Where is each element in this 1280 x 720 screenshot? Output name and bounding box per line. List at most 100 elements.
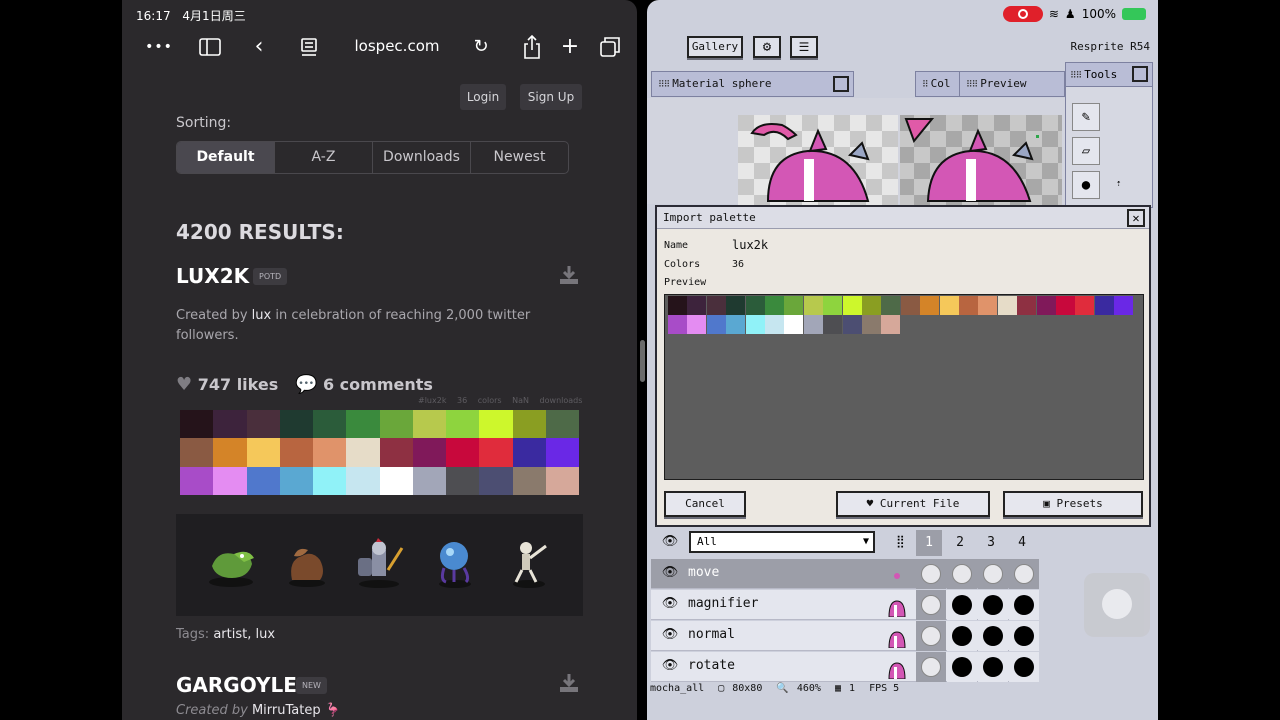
frame-3[interactable]: 3 <box>978 530 1004 556</box>
back-icon[interactable]: ‹ <box>247 35 271 59</box>
palette-swatch-grid[interactable] <box>180 410 579 495</box>
palette-swatch[interactable] <box>412 466 446 495</box>
eye-icon[interactable]: 👁 <box>659 596 681 611</box>
adjust-sliders-icon[interactable]: ☰ <box>790 36 818 58</box>
gallery-button[interactable]: Gallery <box>687 36 743 58</box>
frame-cell[interactable] <box>1009 621 1039 651</box>
tags-list[interactable]: artist, lux <box>213 627 275 642</box>
download-icon[interactable] <box>558 672 580 694</box>
presets-button[interactable]: ▣ Presets <box>1003 491 1143 517</box>
palette-swatch[interactable] <box>246 438 280 467</box>
eraser-tool-icon[interactable]: ▱ <box>1072 137 1100 165</box>
frame-4[interactable]: 4 <box>1009 530 1035 556</box>
layer-row[interactable]: 👁 magnifier <box>651 590 1039 620</box>
palette-swatch[interactable] <box>512 466 546 495</box>
palette-swatch[interactable] <box>479 410 513 439</box>
colors-panel-header[interactable]: ⠿ Col <box>915 71 961 97</box>
eye-icon[interactable]: 👁 <box>659 627 681 642</box>
layer-filter-select[interactable]: All ▼ <box>689 531 875 553</box>
download-icon[interactable] <box>558 264 580 286</box>
cancel-button[interactable]: Cancel <box>664 491 746 517</box>
palette-swatch[interactable] <box>180 466 214 495</box>
material-sphere-panel-header[interactable]: ⠿⠿ Material sphere <box>651 71 854 97</box>
palette-swatch[interactable] <box>279 410 313 439</box>
panel-maximize-icon[interactable] <box>833 76 849 92</box>
palette-swatch[interactable] <box>180 410 214 439</box>
palette-swatch[interactable] <box>279 466 313 495</box>
frame-cell[interactable] <box>1009 590 1039 620</box>
more-icon[interactable]: ••• <box>144 35 174 59</box>
frame-1[interactable]: 1 <box>916 530 942 556</box>
palette-swatch[interactable] <box>346 466 380 495</box>
signup-button[interactable]: Sign Up <box>520 84 582 110</box>
frame-cell[interactable] <box>947 621 977 651</box>
eye-icon[interactable]: 👁 <box>659 658 681 673</box>
sort-downloads[interactable]: Downloads <box>373 142 471 173</box>
frame-cell[interactable] <box>978 559 1008 589</box>
layer-name[interactable]: move <box>688 565 719 580</box>
frame-cell[interactable] <box>978 590 1008 620</box>
panel-maximize-icon[interactable] <box>1132 66 1148 82</box>
author-link[interactable]: lux <box>252 308 272 323</box>
palette-swatch[interactable] <box>379 410 413 439</box>
assistive-touch-button[interactable] <box>1084 573 1150 637</box>
frame-cell[interactable] <box>916 590 946 620</box>
layer-name[interactable]: rotate <box>688 658 735 673</box>
layer-row[interactable]: 👁 move <box>651 559 1039 589</box>
palette-swatch[interactable] <box>446 438 480 467</box>
canvas-area[interactable] <box>647 98 1065 205</box>
palette-swatch[interactable] <box>545 438 579 467</box>
palette-swatch[interactable] <box>279 438 313 467</box>
current-file-button[interactable]: ♥ Current File <box>836 491 990 517</box>
sort-a-z[interactable]: A-Z <box>275 142 373 173</box>
layer-row[interactable]: 👁 normal <box>651 621 1039 651</box>
palette-swatch[interactable] <box>479 466 513 495</box>
palette-swatch[interactable] <box>379 438 413 467</box>
palette-swatch[interactable] <box>313 438 347 467</box>
palette-title-lux2k[interactable]: LUX2K <box>176 264 249 288</box>
frame-cell[interactable] <box>947 559 977 589</box>
share-icon[interactable] <box>520 34 544 60</box>
fill-ball-tool-icon[interactable]: ● <box>1072 171 1100 199</box>
layer-name[interactable]: normal <box>688 627 735 642</box>
comments-count[interactable]: 6 comments <box>323 375 433 394</box>
palette-swatch[interactable] <box>346 410 380 439</box>
palette-swatch[interactable] <box>412 410 446 439</box>
eye-icon[interactable]: 👁 <box>659 565 681 580</box>
palette-swatch[interactable] <box>213 438 247 467</box>
login-button[interactable]: Login <box>460 84 506 110</box>
palette-swatch[interactable] <box>412 438 446 467</box>
eye-icon[interactable]: 👁 <box>659 534 681 549</box>
preview-panel-header[interactable]: ⠿⠿ Preview <box>959 71 1065 97</box>
palette-swatch[interactable] <box>246 410 280 439</box>
sort-newest[interactable]: Newest <box>471 142 568 173</box>
new-tab-icon[interactable]: + <box>558 35 582 59</box>
grip-icon[interactable]: ⠿⠿ <box>966 73 978 97</box>
grip-icon[interactable]: ⠿ <box>922 73 929 97</box>
reader-icon[interactable] <box>298 36 320 58</box>
palette-swatch[interactable] <box>379 466 413 495</box>
pencil-tool-icon[interactable]: ✎ <box>1072 103 1100 131</box>
frame-cell[interactable] <box>1009 559 1039 589</box>
author-link[interactable]: MirruTatep <box>252 703 321 718</box>
comment-icon[interactable]: 💬 <box>295 374 317 395</box>
sort-default[interactable]: Default <box>177 142 275 173</box>
grip-icon[interactable]: ⠿⠿ <box>1070 64 1082 88</box>
frame-cell[interactable] <box>916 559 946 589</box>
palette-swatch[interactable] <box>446 466 480 495</box>
palette-swatch[interactable] <box>213 410 247 439</box>
address-bar[interactable]: lospec.com <box>337 37 457 55</box>
tools-panel-header[interactable]: ⠿⠿ Tools <box>1066 63 1152 87</box>
settings-gear-icon[interactable]: ⚙ <box>753 36 781 58</box>
tabs-icon[interactable] <box>598 35 622 59</box>
sprite-canvas[interactable] <box>738 115 1062 205</box>
heart-icon[interactable]: ♥ <box>176 374 192 395</box>
palette-swatch[interactable] <box>479 438 513 467</box>
split-view-handle[interactable] <box>640 340 645 382</box>
palette-title-gargoyle[interactable]: GARGOYLE <box>176 673 297 697</box>
brush-size-icon[interactable]: ⇡ <box>1116 179 1121 189</box>
frame-cell[interactable] <box>947 590 977 620</box>
grip-icon[interactable]: ⠿⠿ <box>658 73 670 97</box>
palette-swatch[interactable] <box>545 466 579 495</box>
palette-swatch[interactable] <box>512 410 546 439</box>
